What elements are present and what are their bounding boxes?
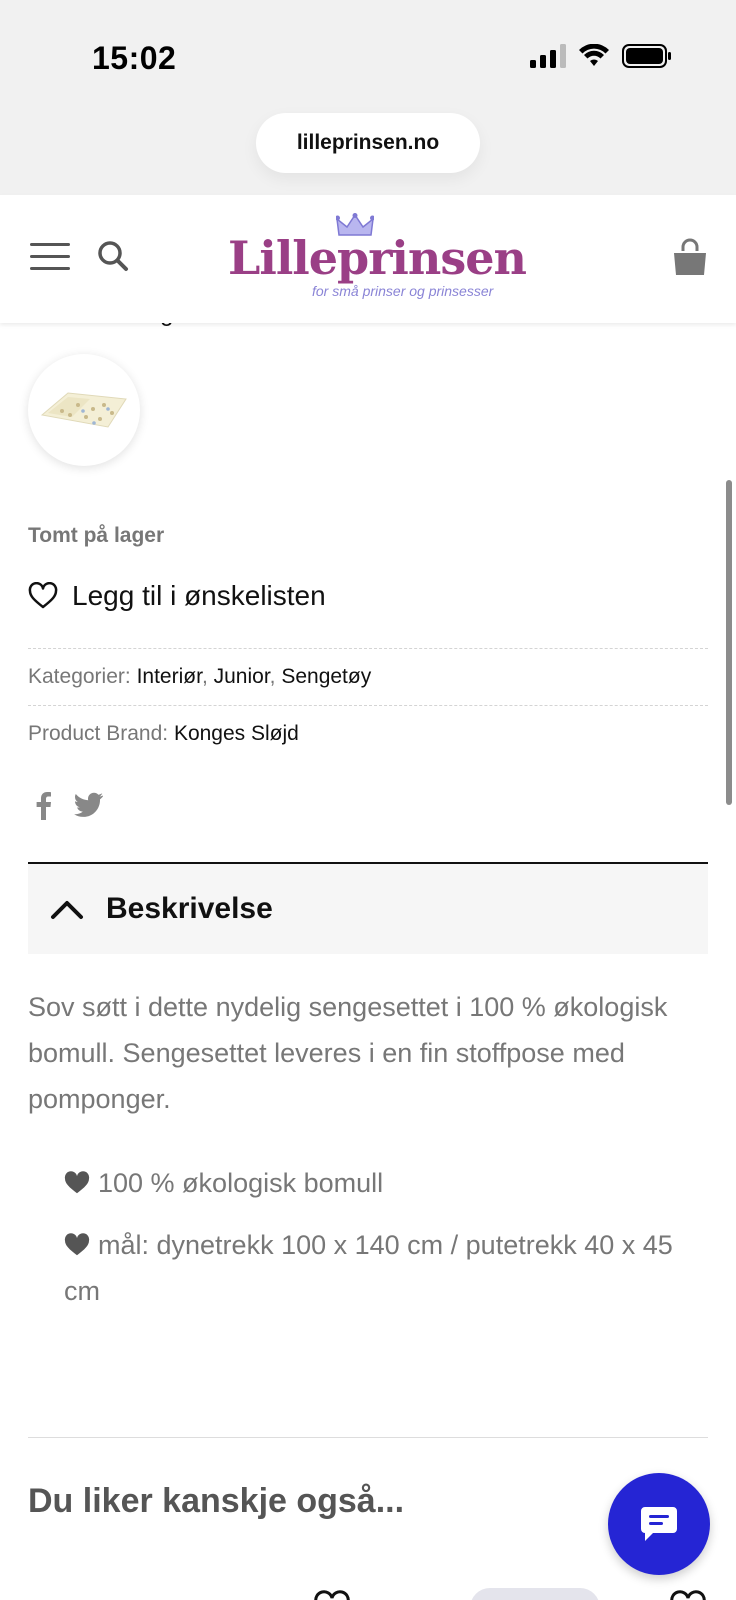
heart-filled-icon <box>64 1171 90 1194</box>
cellular-signal-icon <box>530 44 566 68</box>
heart-filled-icon <box>64 1233 90 1256</box>
chat-bubble-icon <box>641 1507 677 1541</box>
heart-outline-icon[interactable] <box>668 1588 708 1600</box>
url-bar[interactable]: lilleprinsen.no <box>256 113 480 173</box>
system-icons <box>530 44 672 68</box>
site-logo[interactable]: Lilleprinsen for små prinser og prinsess… <box>228 213 527 303</box>
section-divider <box>28 1437 708 1438</box>
logo-wordmark: Lilleprinsen <box>228 231 527 285</box>
brand-link[interactable]: Konges Sløjd <box>174 722 299 745</box>
chat-button[interactable] <box>608 1473 710 1575</box>
wifi-icon <box>579 44 609 66</box>
logo-tagline: for små prinser og prinsesser <box>312 283 494 299</box>
category-link-sengetoy[interactable]: Sengetøy <box>281 665 371 688</box>
color-variant-thumbnail[interactable] <box>28 354 140 466</box>
description-tab[interactable]: Beskrivelse <box>28 862 708 954</box>
feature-text: 100 % økologisk bomull <box>98 1168 384 1198</box>
related-products-title: Du liker kanskje også... <box>28 1482 405 1520</box>
hamburger-icon[interactable] <box>30 243 70 275</box>
battery-icon <box>622 44 671 68</box>
related-product-image[interactable] <box>470 1588 600 1600</box>
stock-status: Tomt på lager <box>28 524 165 547</box>
heart-outline-icon[interactable] <box>312 1588 352 1600</box>
feature-list: 100 % økologisk bomull mål: dynetrekk 10… <box>64 1160 694 1330</box>
cart-icon[interactable] <box>670 237 710 277</box>
category-link-junior[interactable]: Junior <box>214 665 270 688</box>
heart-outline-icon <box>28 582 58 609</box>
add-to-wishlist-link[interactable]: Legg til i ønskelisten <box>28 580 326 612</box>
site-header: Lilleprinsen for små prinser og prinsess… <box>0 195 736 323</box>
description-text: Sov søtt i dette nydelig sengesettet i 1… <box>28 992 668 1114</box>
category-link-interior[interactable]: Interiør <box>137 665 202 688</box>
feature-item: mål: dynetrekk 100 x 140 cm / putetrekk … <box>64 1222 694 1314</box>
description-tab-title: Beskrivelse <box>106 892 273 925</box>
bedding-set-image <box>40 392 127 428</box>
categories-row: Kategorier: Interiør, Junior, Sengetøy <box>28 648 708 689</box>
wishlist-label: Legg til i ønskelisten <box>72 580 326 611</box>
twitter-icon[interactable] <box>74 792 104 818</box>
feature-item: 100 % økologisk bomull <box>64 1160 694 1206</box>
chevron-up-icon <box>51 901 83 919</box>
share-icons <box>34 790 104 820</box>
browser-chrome: 15:02 lilleprinsen.no <box>0 0 736 195</box>
feature-text: mål: dynetrekk 100 x 140 cm / putetrekk … <box>64 1230 673 1306</box>
facebook-icon[interactable] <box>34 790 52 820</box>
page-scrollbar[interactable] <box>726 480 732 805</box>
status-time: 15:02 <box>92 40 177 76</box>
search-icon[interactable] <box>96 239 130 273</box>
brand-row: Product Brand: Konges Sløjd <box>28 705 708 746</box>
categories-label: Kategorier: <box>28 665 131 688</box>
brand-label: Product Brand: <box>28 722 169 745</box>
